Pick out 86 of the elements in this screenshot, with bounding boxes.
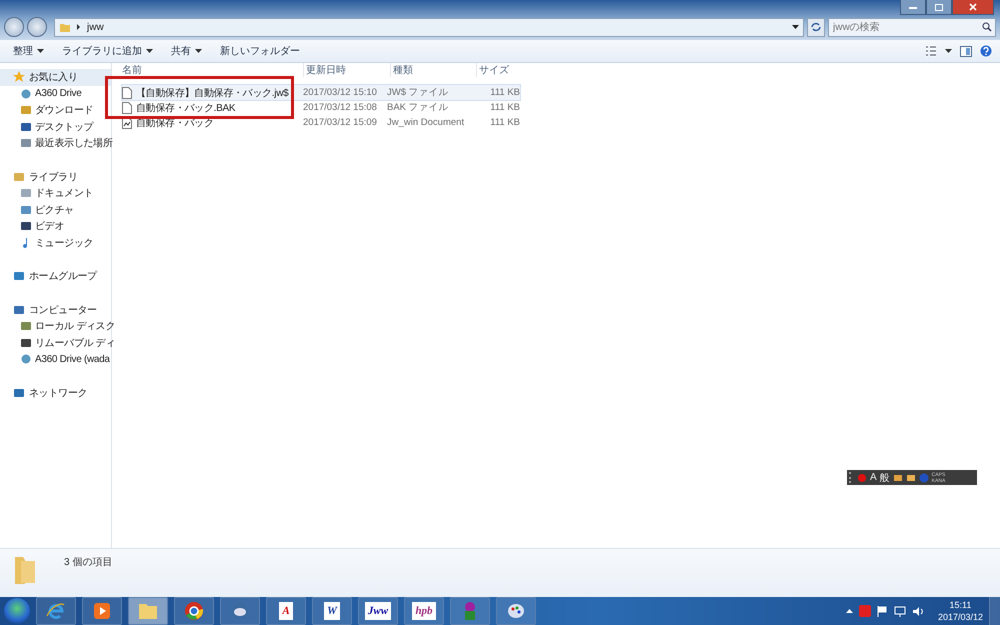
address-bar[interactable]: jww — [54, 18, 804, 36]
dropdown-icon[interactable] — [945, 48, 952, 54]
file-size: 111 KB — [489, 87, 520, 98]
sidebar-item[interactable]: リムーバブル ディ — [0, 334, 111, 351]
sidebar-item[interactable]: お気に入り — [0, 69, 111, 86]
back-button[interactable] — [4, 17, 24, 37]
file-icon — [122, 102, 132, 114]
search-field[interactable]: jwwの検索 — [828, 18, 996, 36]
taskbar-button[interactable]: W — [312, 597, 352, 625]
taskbar-button[interactable] — [220, 597, 260, 625]
play-icon — [93, 602, 111, 620]
palette-icon — [506, 601, 526, 621]
sidebar-item[interactable]: ピクチャ — [0, 202, 111, 218]
sidebar-item[interactable]: デスクトップ — [0, 118, 111, 135]
file-size: 111 KB — [489, 102, 520, 113]
forward-button[interactable] — [27, 17, 47, 37]
input-mode[interactable]: A — [870, 472, 877, 483]
search-icon[interactable] — [982, 22, 992, 32]
star-icon — [13, 71, 25, 84]
sidebar-item[interactable]: ビデオ — [0, 218, 111, 234]
close-icon — [968, 3, 978, 11]
column-header[interactable]: 種類 — [390, 63, 476, 77]
clock-date[interactable]: 2017/03/12 — [938, 611, 983, 623]
taskbar-button[interactable]: hpb — [404, 597, 444, 625]
maximize-icon — [934, 3, 944, 11]
browser-icon — [184, 601, 204, 621]
start-button[interactable] — [4, 598, 30, 624]
taskbar-button[interactable]: A — [266, 597, 306, 625]
toolbar-button[interactable]: ライブラリに追加 — [57, 42, 158, 60]
sidebar-item[interactable]: コンピューター — [0, 302, 111, 318]
item-count: 3 個の項目 — [64, 556, 112, 569]
file-type: JW$ ファイル — [387, 86, 450, 99]
sidebar-item[interactable]: ドキュメント — [0, 185, 111, 202]
file-name: 自動保存・バック.BAK — [136, 102, 236, 114]
toolbar-button[interactable]: 新しいフォルダー — [215, 42, 305, 60]
column-header[interactable]: サイズ — [476, 63, 529, 77]
file-type: Jw_win Document — [387, 117, 466, 128]
file-row[interactable]: 自動保存・バック.BAK 2017/03/12 15:08 BAK ファイル 111 KB — [122, 100, 520, 115]
folder-icon — [12, 555, 38, 585]
speaker-icon[interactable] — [912, 606, 924, 616]
sidebar-item[interactable]: ネットワーク — [0, 384, 111, 401]
sidebar-item[interactable]: A360 Drive (wada — [0, 351, 111, 368]
file-type: BAK ファイル — [387, 101, 450, 114]
view-options-icon[interactable] — [925, 46, 937, 56]
help-icon[interactable] — [980, 45, 992, 57]
dropdown-icon — [37, 48, 44, 54]
clock-time[interactable]: 15:11 — [950, 599, 972, 611]
dropdown-icon[interactable] — [792, 24, 799, 30]
toolbar-button[interactable]: 共有 — [166, 42, 207, 60]
sidebar-item[interactable]: ダウンロード — [0, 102, 111, 118]
flag-icon[interactable] — [876, 606, 888, 616]
minimize-button[interactable] — [900, 0, 926, 15]
preview-pane-icon[interactable] — [960, 46, 972, 56]
column-header[interactable]: 名前 — [122, 63, 303, 77]
modified-date: 2017/03/12 15:08 — [303, 102, 378, 113]
column-header[interactable]: 更新日時 — [303, 63, 390, 77]
sidebar-item[interactable]: ミュージック — [0, 234, 111, 251]
taskbar-button[interactable] — [128, 597, 168, 625]
taskbar-button[interactable] — [174, 597, 214, 625]
modified-date: 2017/03/12 15:09 — [303, 117, 378, 128]
browser-icon — [46, 601, 66, 621]
refresh-icon[interactable] — [807, 18, 825, 36]
sidebar-item[interactable]: A360 Drive — [0, 86, 111, 102]
sidebar-item[interactable]: ホームグループ — [0, 268, 111, 284]
folder-icon — [138, 602, 158, 620]
toolbar-button[interactable]: 整理 — [8, 42, 49, 60]
file-icon — [122, 86, 132, 98]
file-size: 111 KB — [489, 117, 520, 128]
conversion-mode[interactable]: 般 — [880, 470, 890, 484]
address-path: jww — [87, 22, 104, 32]
folder-icon — [59, 22, 71, 32]
file-name: 【自動保存】自動保存・バック.jw$ — [136, 86, 288, 100]
taskbar-button[interactable] — [82, 597, 122, 625]
taskbar-button[interactable] — [496, 597, 536, 625]
modified-date: 2017/03/12 15:10 — [303, 87, 378, 98]
show-hidden-icons[interactable] — [846, 608, 853, 614]
taskbar-button[interactable]: Jww — [358, 597, 398, 625]
maximize-button[interactable] — [926, 0, 952, 15]
minimize-icon — [908, 4, 918, 10]
file-row[interactable]: 【自動保存】自動保存・バック.jw$ 2017/03/12 15:10 JW$ ファイル 111 KB — [122, 85, 520, 100]
sidebar-item[interactable]: ライブラリ — [0, 168, 111, 185]
close-button[interactable] — [952, 0, 994, 15]
sidebar-item[interactable]: 最近表示した場所 — [0, 135, 111, 152]
chevron-icon — [76, 23, 82, 31]
dropdown-icon — [195, 48, 202, 54]
dropdown-icon — [146, 48, 153, 54]
